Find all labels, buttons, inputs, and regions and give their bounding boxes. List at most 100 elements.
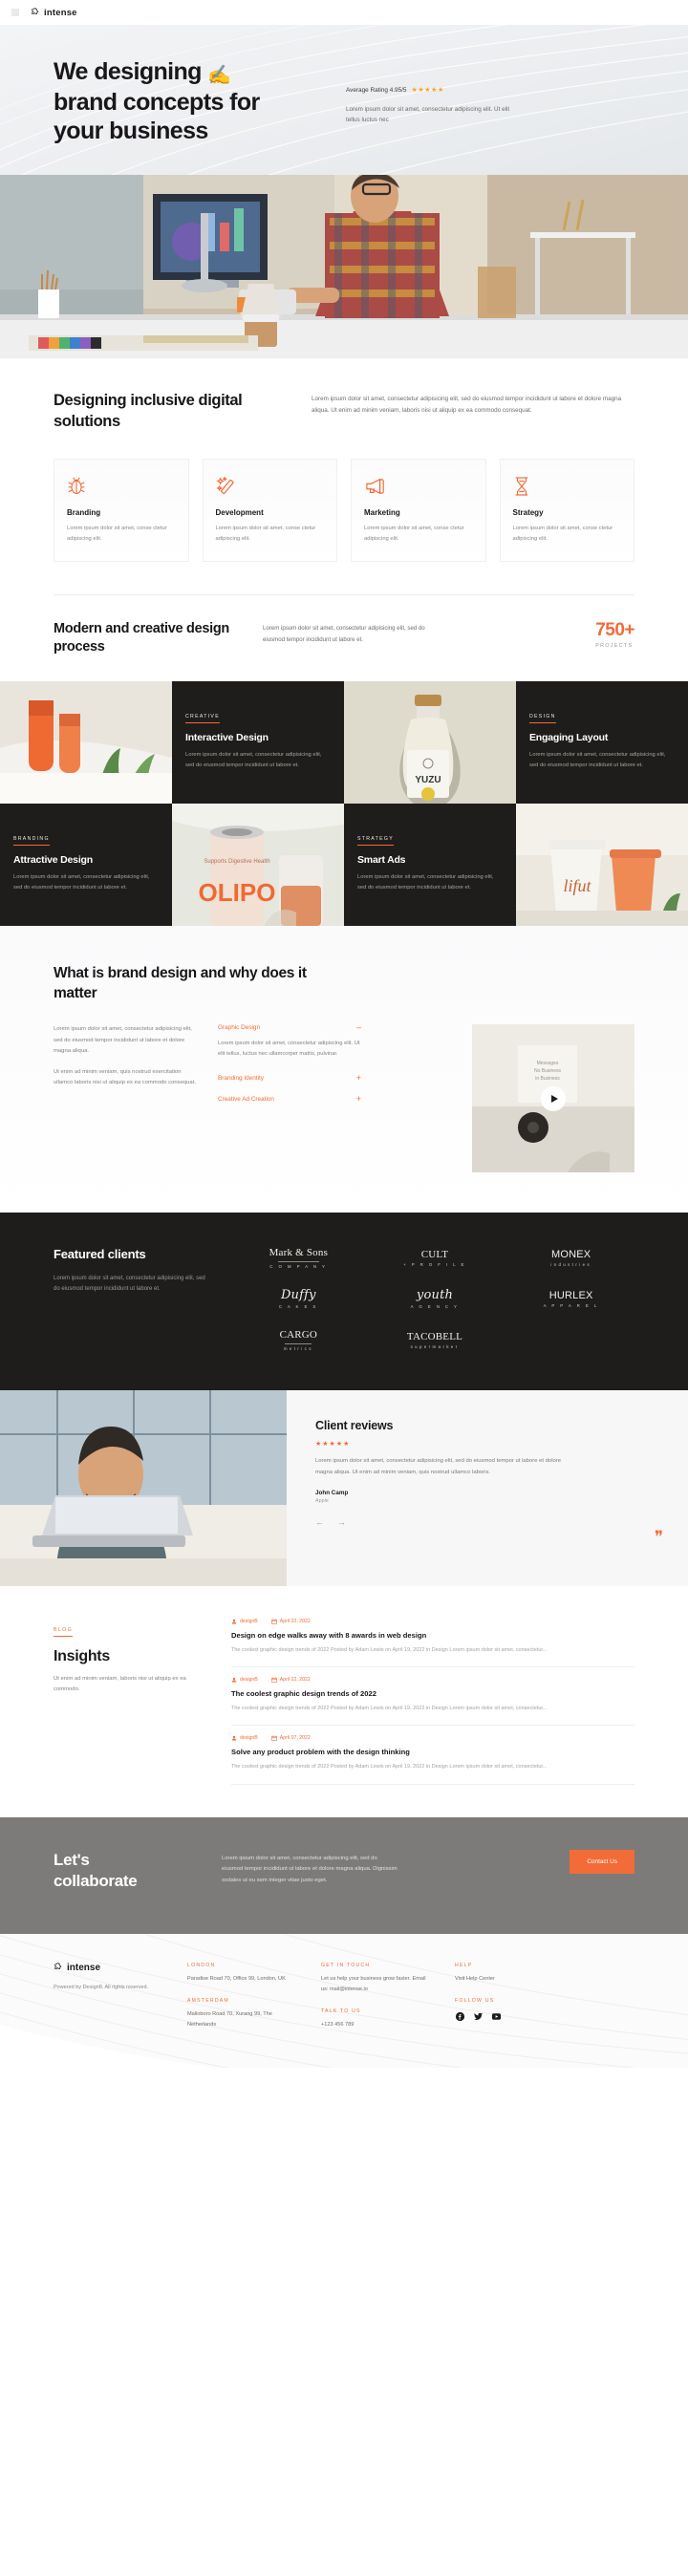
portfolio-tile-yuzu[interactable]: YUZU bbox=[344, 681, 516, 805]
play-icon[interactable] bbox=[541, 1085, 566, 1111]
accordion-item-creative-ad-creation[interactable]: Creative Ad Creation + bbox=[218, 1094, 361, 1103]
footer-london-heading: LONDON bbox=[187, 1962, 216, 1968]
user-icon bbox=[231, 1619, 237, 1624]
cta-text: Lorem ipsum dolor sit amet, consectetur … bbox=[222, 1855, 398, 1883]
service-card-strategy[interactable]: Strategy Lorem ipsum dolor sit amet, con… bbox=[499, 458, 634, 563]
arrow-left-icon[interactable]: ← bbox=[315, 1517, 324, 1527]
client-logo-name: Mark & Sons bbox=[269, 1247, 329, 1258]
coffee-cups-photo: lifut bbox=[516, 804, 688, 927]
footer-help-block: HELP Visit Help Center bbox=[455, 1963, 568, 1985]
hero-title: We designing ✍️ brand concepts for your … bbox=[54, 57, 321, 146]
twitter-icon[interactable] bbox=[473, 2011, 484, 2022]
brand-design-title: What is brand design and why does it mat… bbox=[54, 965, 307, 1001]
footer-touch-text[interactable]: Let us help your business grow faster. E… bbox=[321, 1974, 434, 1995]
footer-touch-block: GET IN TOUCH Let us help your business g… bbox=[321, 1963, 434, 1995]
post-excerpt: The coolest graphic design trends of 202… bbox=[231, 1764, 548, 1771]
site-logo-text: intense bbox=[44, 7, 77, 18]
brand-design-copy: Lorem ipsum dolor sit amet, consectetur … bbox=[54, 1024, 197, 1089]
minus-icon[interactable]: – bbox=[356, 1022, 361, 1031]
client-logo-youth: youth A G E N C Y bbox=[411, 1288, 460, 1310]
portfolio-title: Smart Ads bbox=[357, 854, 406, 867]
portfolio-tile-engaging-layout[interactable]: DESIGN Engaging Layout Lorem ipsum dolor… bbox=[516, 681, 688, 805]
process-lede: Lorem ipsum dolor sit amet, consectetur … bbox=[263, 625, 425, 643]
svg-text:OLIPO: OLIPO bbox=[199, 878, 276, 907]
blog-post[interactable]: designB April 22, 2022 Design on edge wa… bbox=[231, 1619, 634, 1668]
hero-photo bbox=[0, 175, 688, 359]
footer-touch-heading: GET IN TOUCH bbox=[321, 1962, 371, 1968]
hero-subtext: Lorem ipsum dolor sit amet, consectetur … bbox=[346, 106, 510, 124]
arrow-right-icon[interactable]: → bbox=[337, 1517, 346, 1527]
client-logo-sub: supermarket bbox=[410, 1344, 460, 1350]
footer-logo[interactable]: intense bbox=[54, 1963, 166, 1973]
client-logo-mark-and-sons: Mark & Sons C O M P A N Y bbox=[269, 1247, 328, 1270]
portfolio-tile-smart-ads[interactable]: STRATEGY Smart Ads Lorem ipsum dolor sit… bbox=[344, 804, 516, 927]
client-logo-name: CULT bbox=[420, 1249, 449, 1260]
clients-lede: Lorem ipsum dolor sit amet, consectetur … bbox=[54, 1276, 205, 1293]
post-date-text: April 22, 2022 bbox=[279, 1677, 311, 1684]
calendar-icon bbox=[270, 1677, 277, 1683]
client-logo-hurlex: HURLEX A P P A R E L bbox=[544, 1290, 599, 1309]
footer-help-link[interactable]: Visit Help Center bbox=[455, 1974, 568, 1985]
site-logo[interactable]: intense bbox=[31, 8, 77, 18]
review-author-name: John Camp bbox=[315, 1490, 349, 1497]
blog-post[interactable]: designB April 22, 2022 The coolest graph… bbox=[231, 1667, 634, 1727]
video-player[interactable]: Messages No Business in Business bbox=[472, 1024, 634, 1172]
accordion-title: Graphic Design bbox=[218, 1024, 261, 1031]
post-author: designB bbox=[231, 1619, 258, 1624]
service-card-branding[interactable]: Branding Lorem ipsum dolor sit amet, con… bbox=[54, 458, 189, 563]
contact-us-button[interactable]: Contact Us bbox=[570, 1849, 634, 1874]
window-controls[interactable] bbox=[11, 9, 19, 16]
client-logo-name: Duffy bbox=[280, 1287, 316, 1302]
service-card-title: Marketing bbox=[364, 507, 400, 517]
cta-title: Let's collaborate bbox=[54, 1850, 197, 1892]
review-text: Lorem ipsum dolor sit amet, consectetur … bbox=[315, 1458, 562, 1475]
client-logo-name: TACOBELL bbox=[406, 1331, 463, 1343]
post-title: Design on edge walks away with 8 awards … bbox=[231, 1631, 427, 1641]
portfolio-text: Lorem ipsum dolor sit amet, consectetur … bbox=[185, 752, 322, 769]
accordion-item-branding-identity[interactable]: Branding Identity + bbox=[218, 1073, 361, 1082]
projects-stat: 750+ PROJECTS bbox=[595, 620, 634, 649]
post-date: April 22, 2022 bbox=[270, 1677, 311, 1684]
portfolio-text: Lorem ipsum dolor sit amet, consectetur … bbox=[357, 874, 494, 891]
post-date: April 22, 2022 bbox=[270, 1619, 311, 1625]
service-card-development[interactable]: Development Lorem ipsum dolor sit amet, … bbox=[202, 458, 337, 563]
review-author: John Camp Apple bbox=[315, 1490, 656, 1504]
portfolio-tile-interactive-design[interactable]: CREATIVE Interactive Design Lorem ipsum … bbox=[172, 681, 344, 805]
featured-clients-section: Featured clients Lorem ipsum dolor sit a… bbox=[0, 1213, 688, 1391]
blog-post[interactable]: designB April 07, 2022 Solve any product… bbox=[231, 1726, 634, 1785]
footer-copyright: Powered by Design8. All rights reserved. bbox=[54, 1984, 149, 1990]
youtube-icon[interactable] bbox=[491, 2011, 502, 2022]
rating-row: Average Rating 4.95/5 ★★★★★ bbox=[346, 86, 537, 95]
portfolio-tile-cosmetics[interactable] bbox=[0, 681, 172, 805]
post-author-name: designB bbox=[240, 1735, 258, 1742]
plus-icon[interactable]: + bbox=[356, 1094, 361, 1103]
service-card-marketing[interactable]: Marketing Lorem ipsum dolor sit amet, co… bbox=[351, 458, 486, 563]
client-logo-tacobell: TACOBELL supermarket bbox=[407, 1331, 462, 1350]
portfolio-text: Lorem ipsum dolor sit amet, consectetur … bbox=[529, 752, 666, 769]
footer-phone[interactable]: +123 456 789 bbox=[321, 2020, 434, 2030]
client-logo-sub: metrics bbox=[283, 1346, 313, 1352]
footer-help-heading: HELP bbox=[455, 1962, 473, 1968]
post-date-text: April 22, 2022 bbox=[279, 1619, 311, 1625]
facebook-icon[interactable] bbox=[455, 2011, 465, 2022]
accordion-item-graphic-design[interactable]: Graphic Design – Lorem ipsum dolor sit a… bbox=[218, 1022, 361, 1061]
post-date: April 07, 2022 bbox=[270, 1735, 311, 1741]
magic-wand-icon bbox=[215, 474, 325, 499]
portfolio-tile-coffee[interactable]: lifut bbox=[516, 804, 688, 927]
clients-intro: Featured clients Lorem ipsum dolor sit a… bbox=[54, 1247, 206, 1352]
svg-text:in Business: in Business bbox=[535, 1076, 560, 1082]
footer-talk-heading: TALK TO US bbox=[321, 2007, 361, 2014]
social-links bbox=[455, 2011, 568, 2022]
service-card-title: Branding bbox=[67, 507, 101, 517]
quote-mark-icon: ❞ bbox=[654, 1527, 663, 1546]
svg-text:Supports Digestive Health: Supports Digestive Health bbox=[204, 859, 269, 865]
brand-design-para1: Lorem ipsum dolor sit amet, consectetur … bbox=[54, 1026, 192, 1055]
svg-text:YUZU: YUZU bbox=[415, 775, 441, 785]
portfolio-tile-attractive-design[interactable]: BRANDING Attractive Design Lorem ipsum d… bbox=[0, 804, 172, 927]
service-card-title: Strategy bbox=[512, 507, 544, 517]
post-excerpt: The coolest graphic design trends of 202… bbox=[231, 1706, 548, 1712]
plus-icon[interactable]: + bbox=[356, 1073, 361, 1082]
review-content: Client reviews ★★★★★ Lorem ipsum dolor s… bbox=[287, 1390, 688, 1586]
smiling-man-laptop-photo bbox=[0, 1390, 287, 1587]
portfolio-tile-olipop[interactable]: Supports Digestive Health OLIPO bbox=[172, 804, 344, 927]
